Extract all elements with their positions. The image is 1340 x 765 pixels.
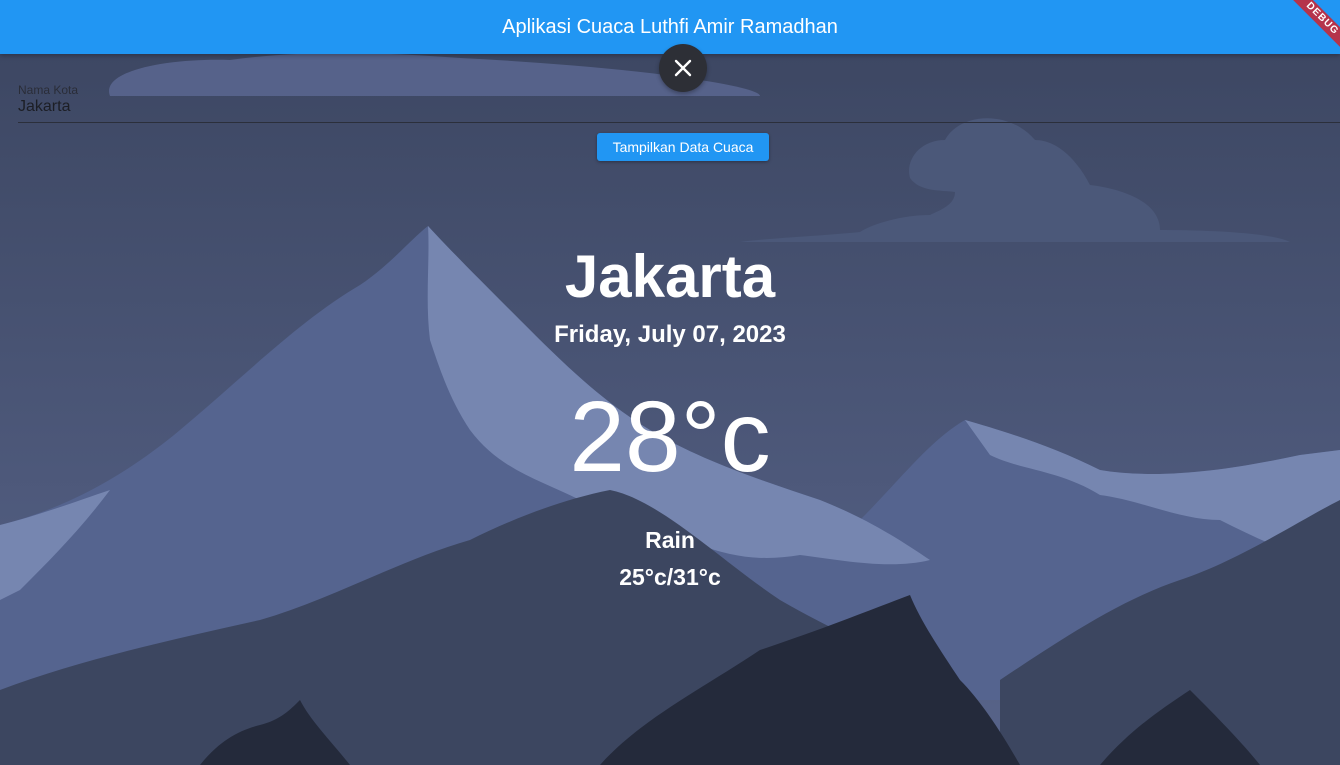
- weather-condition: Rain: [645, 527, 695, 553]
- city-name: Jakarta: [564, 243, 776, 310]
- temperature: 28°c: [569, 381, 771, 493]
- close-button[interactable]: [659, 44, 707, 92]
- temperature-range: 25°c/31°c: [619, 564, 721, 590]
- weather-date: Friday, July 07, 2023: [554, 321, 786, 348]
- city-input[interactable]: [18, 96, 1340, 118]
- debug-banner: DEBUG: [1280, 0, 1340, 60]
- debug-banner-label: DEBUG: [1288, 0, 1340, 53]
- city-field-underline: [18, 122, 1340, 123]
- show-weather-button[interactable]: Tampilkan Data Cuaca: [597, 133, 769, 161]
- app-title: Aplikasi Cuaca Luthfi Amir Ramadhan: [502, 15, 838, 38]
- close-icon: [674, 59, 692, 77]
- city-field-label: Nama Kota: [18, 83, 79, 97]
- app-bar: Aplikasi Cuaca Luthfi Amir Ramadhan: [0, 0, 1340, 54]
